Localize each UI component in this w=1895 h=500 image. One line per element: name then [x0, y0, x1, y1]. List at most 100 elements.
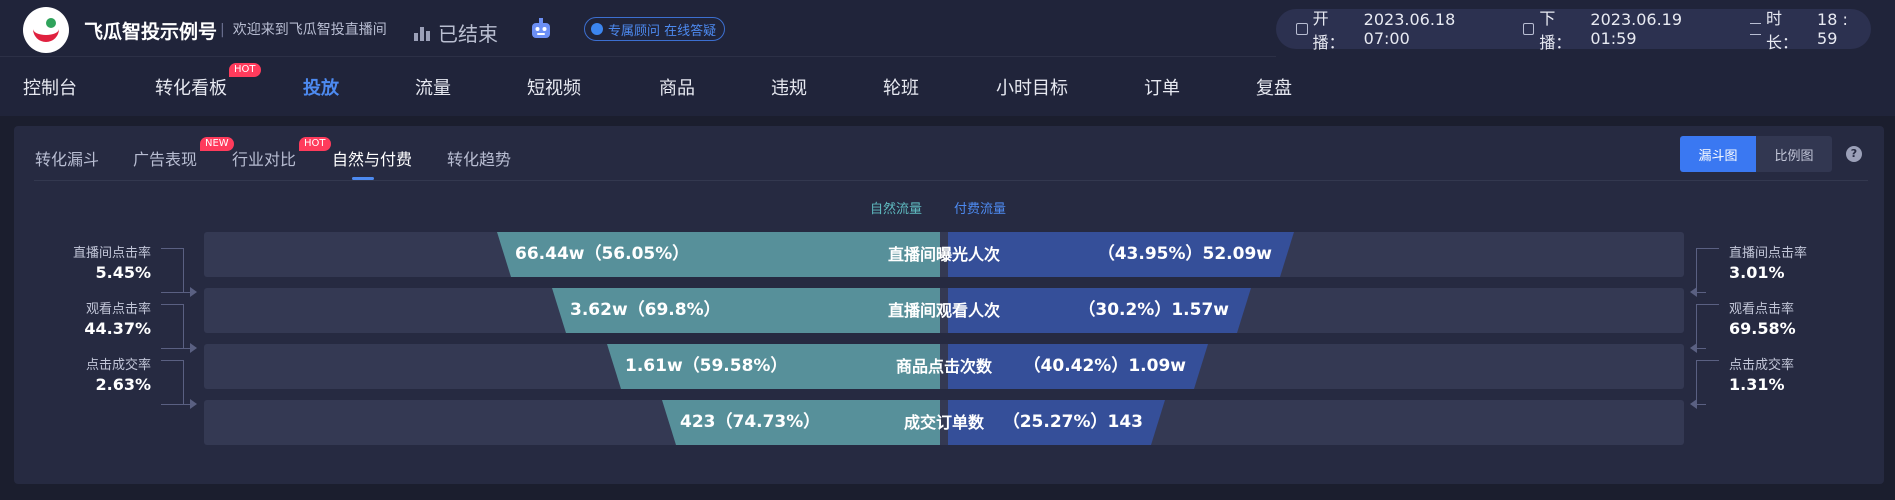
view-toggle: 漏斗图 比例图 [1680, 136, 1832, 172]
live-time-bar: 开播： 2023.06.18 07:00 下播： 2023.06.19 01:59 … [1276, 9, 1871, 52]
connector-bracket [161, 304, 184, 349]
welcome-label: 欢迎来到飞瓜智投直播间 [232, 22, 387, 38]
rate-value: 69.58% [1729, 319, 1796, 338]
left-rate-metric: 观看点击率 44.37% [84, 298, 151, 338]
right-rate-metric: 直播间点击率 3.01% [1729, 242, 1807, 282]
top-header: 飞瓜智投示例号 | 欢迎来到飞瓜智投直播间 已结束 专属顾问 在线答疑 开播： 20… [0, 0, 1895, 116]
end-time: 下播： 2023.06.19 01:59 [1522, 5, 1728, 53]
tab-conversion-trend[interactable]: 转化趋势 [447, 146, 511, 170]
legend-paid: 付费流量 [954, 202, 1007, 217]
rate-label: 直播间点击率 [1729, 246, 1808, 261]
connector-bracket [1696, 360, 1719, 405]
start-time: 开播： 2023.06.18 07:00 [1296, 5, 1501, 53]
connector-line [1696, 348, 1706, 349]
consultant-icon [591, 23, 603, 35]
nav-console[interactable]: 控制台 [23, 74, 77, 100]
natural-value: 3.62w（69.8%） [570, 300, 721, 320]
rate-value: 3.01% [1729, 263, 1785, 282]
sub-tabs: 转化漏斗 广告表现 NEW 行业对比 HOT 自然与付费 转化趋势 [14, 126, 1884, 180]
ratio-view-button[interactable]: 比例图 [1756, 136, 1832, 172]
nav-shifts[interactable]: 轮班 [883, 74, 919, 100]
account-name: 飞瓜智投示例号 [84, 21, 218, 43]
natural-value: 423（74.73%） [680, 412, 821, 432]
nav-violations[interactable]: 违规 [771, 74, 807, 100]
live-status-label: 已结束 [438, 22, 498, 46]
start-time-label: 开播： [1312, 9, 1345, 52]
nav-traffic[interactable]: 流量 [415, 74, 451, 100]
rate-label: 直播间点击率 [72, 246, 151, 261]
hourglass-icon [1749, 23, 1761, 35]
analysis-panel: 转化漏斗 广告表现 NEW 行业对比 HOT 自然与付费 转化趋势 漏斗图 比例… [14, 126, 1884, 484]
funnel-stage-label: 直播间曝光人次 [887, 245, 1000, 264]
arrow-left-icon [1690, 399, 1697, 409]
connector-line [1696, 404, 1706, 405]
right-rate-metric: 观看点击率 69.58% [1729, 298, 1796, 338]
nav-ads[interactable]: 投放 [303, 74, 339, 100]
rate-label: 观看点击率 [1729, 302, 1795, 317]
arrow-right-icon [190, 343, 197, 353]
rate-label: 观看点击率 [85, 302, 151, 317]
rate-value: 2.63% [95, 375, 151, 394]
natural-value: 66.44w（56.05%） [515, 244, 690, 264]
calendar-icon [1522, 23, 1535, 35]
tab-ad-performance[interactable]: 广告表现 [133, 146, 197, 170]
rate-label: 点击成交率 [85, 358, 151, 373]
subtab-divider [34, 180, 1868, 181]
arrow-right-icon [190, 287, 197, 297]
hot-badge: HOT [299, 137, 331, 151]
left-rate-metric: 直播间点击率 5.45% [73, 242, 151, 282]
connector-bracket [161, 360, 184, 405]
connector-line [161, 292, 191, 293]
legend-natural: 自然流量 [870, 202, 923, 217]
rate-label: 点击成交率 [1729, 358, 1795, 373]
tab-natural-vs-paid[interactable]: 自然与付费 [332, 146, 412, 180]
connector-bracket [1696, 248, 1719, 293]
rate-value: 44.37% [84, 319, 151, 338]
funnel-stage-label: 直播间观看人次 [887, 301, 1000, 320]
paid-value: （40.42%）1.09w [1023, 356, 1186, 376]
funnel-stage-label: 成交订单数 [903, 413, 984, 432]
end-time-label: 下播： [1539, 9, 1572, 52]
nav-products[interactable]: 商品 [659, 74, 695, 100]
nav-conversion-board[interactable]: 转化看板 [155, 74, 227, 100]
end-time-value: 2023.06.19 01:59 [1590, 10, 1683, 48]
tab-industry-compare[interactable]: 行业对比 [232, 146, 296, 170]
connector-bracket [161, 248, 184, 293]
welcome-text: | 欢迎来到飞瓜智投直播间 [220, 22, 387, 38]
nav-review[interactable]: 复盘 [1256, 74, 1292, 100]
start-time-value: 2023.06.18 07:00 [1363, 10, 1456, 48]
paid-value: （30.2%）1.57w [1078, 300, 1229, 320]
natural-value: 1.61w（59.58%） [625, 356, 788, 376]
tab-conversion-funnel[interactable]: 转化漏斗 [35, 146, 99, 170]
hot-badge: HOT [229, 63, 261, 77]
brand-logo [23, 7, 69, 53]
left-rate-metric: 点击成交率 2.63% [86, 354, 151, 394]
nav-hourly-goals[interactable]: 小时目标 [996, 74, 1068, 100]
paid-value: （43.95%）52.09w [1097, 244, 1272, 264]
nav-short-video[interactable]: 短视频 [527, 74, 581, 100]
chart-bars-icon [414, 25, 430, 41]
connector-bracket [1696, 304, 1719, 349]
header-divider [0, 56, 1276, 57]
live-status: 已结束 [414, 18, 498, 47]
right-rate-metric: 点击成交率 1.31% [1729, 354, 1794, 394]
rate-value: 1.31% [1729, 375, 1785, 394]
funnel-view-button[interactable]: 漏斗图 [1680, 136, 1756, 172]
help-icon[interactable]: ? [1846, 146, 1862, 162]
arrow-left-icon [1690, 343, 1697, 353]
duration-label: 时长： [1766, 9, 1799, 52]
rate-value: 5.45% [95, 263, 151, 282]
calendar-icon [1296, 23, 1308, 35]
funnel-stage-label: 商品点击次数 [895, 357, 992, 376]
consultant-button[interactable]: 专属顾问 在线答疑 [584, 17, 726, 41]
robot-assistant-icon[interactable] [528, 16, 554, 42]
connector-line [1696, 292, 1706, 293]
nav-orders[interactable]: 订单 [1144, 74, 1180, 100]
duration: 时长： 18 : 59 [1749, 5, 1872, 53]
arrow-right-icon [190, 399, 197, 409]
connector-line [161, 348, 191, 349]
duration-value: 18 : 59 [1817, 10, 1848, 48]
consultant-label: 专属顾问 在线答疑 [608, 23, 717, 39]
connector-line [161, 404, 191, 405]
arrow-left-icon [1690, 287, 1697, 297]
